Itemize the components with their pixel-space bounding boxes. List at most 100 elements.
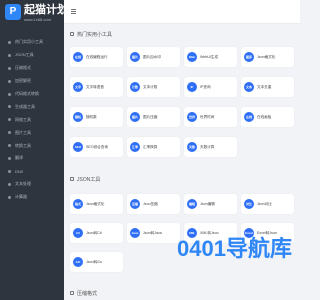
sidebar-nav: 热门实用小工具 JSON工具 压缩格式 加密解密 代码格式转换 生成器工具 网络… <box>0 36 64 204</box>
tool-icon: 格式 <box>73 199 83 209</box>
sidebar-item[interactable]: 计算器 <box>0 191 64 204</box>
tool-card[interactable]: 格式 Json格式化 <box>70 194 123 214</box>
sidebar-item[interactable]: 转换工具 <box>0 139 64 152</box>
dot-icon <box>8 131 11 135</box>
tool-card[interactable]: 文本 文本去重 <box>241 77 294 97</box>
sidebar-item[interactable]: 翻译 <box>0 152 64 165</box>
tool-card[interactable]: SEO SEO综合查询 <box>70 137 123 157</box>
section-title-label: JSON工具 <box>77 176 101 183</box>
sidebar-item-label: 文本处理 <box>15 181 31 187</box>
dot-icon <box>8 53 11 57</box>
tool-card[interactable]: 世界 世界时间 <box>184 107 237 127</box>
tool-card-label: 世界时间 <box>200 115 215 119</box>
tool-card-label: 文字转语音 <box>86 85 104 89</box>
section-title: 热门实用小工具 <box>70 30 112 38</box>
tool-card[interactable]: 文字 文字转语音 <box>70 77 123 97</box>
tool-card[interactable]: 图片 图片加水印 <box>127 47 180 67</box>
dot-icon <box>8 118 11 122</box>
dot-icon <box>8 182 11 186</box>
tool-icon: 汇率 <box>130 142 140 152</box>
tool-icon: Web <box>187 52 197 62</box>
tool-icon: 编辑 <box>187 199 197 209</box>
dot-icon <box>8 169 11 173</box>
tool-icon: 天数 <box>187 142 197 152</box>
sidebar-item[interactable]: JSON工具 <box>0 49 64 62</box>
tool-card[interactable]: 在线 在线画板 <box>241 107 294 127</box>
tool-icon: 图床 <box>244 52 254 62</box>
sidebar-item[interactable]: 生成器工具 <box>0 100 64 113</box>
section-title: JSON工具 <box>70 175 100 183</box>
tool-card[interactable]: 随机 随机数 <box>70 107 123 127</box>
sidebar-item-label: 计算器 <box>15 194 27 200</box>
tool-icon: 文本 <box>244 82 254 92</box>
tool-card[interactable]: 图片 图片压缩 <box>127 107 180 127</box>
tool-card-label: Json格式化 <box>257 55 276 59</box>
tool-card[interactable]: 汇率 汇率换算 <box>127 137 180 157</box>
section-title-label: 热门实用小工具 <box>77 31 113 38</box>
sidebar-item-label: 图片工具 <box>15 129 31 135</box>
tool-card[interactable]: C# Json转C# <box>70 223 123 243</box>
tool-card[interactable]: 在线 在线编程运行 <box>70 47 123 67</box>
tool-icon: 文字 <box>73 82 83 92</box>
sidebar-item-label: 热门实用小工具 <box>15 39 43 45</box>
section-icon <box>70 32 74 36</box>
sidebar-item-label: 转换工具 <box>15 142 31 148</box>
tool-card[interactable]: 图床 Json格式化 <box>241 47 294 67</box>
tool-card-label: 在线画板 <box>257 115 272 119</box>
tool-card[interactable]: 对比 Json对比 <box>241 194 294 214</box>
tool-card[interactable]: Java Json转Java <box>127 223 180 243</box>
dot-icon <box>8 156 11 160</box>
tool-card-label: Json格式化 <box>86 202 105 206</box>
tool-card-label: Json编辑 <box>200 202 215 206</box>
sidebar-item-label: 代码格式转换 <box>15 91 39 96</box>
tool-card-label: 文本计数 <box>143 85 158 89</box>
dot-icon <box>8 195 11 199</box>
sidebar: P 起猫计划 www.1x68.com 热门实用小工具 JSON工具 压缩格式 … <box>0 0 68 300</box>
tool-card[interactable]: 天数 天数计算 <box>184 137 237 157</box>
tool-card-label: Json压缩 <box>143 202 158 206</box>
dot-icon <box>8 92 11 96</box>
site-logo[interactable]: P 起猫计划 www.1x68.com <box>5 4 68 30</box>
sidebar-item[interactable]: 图片工具 <box>0 126 64 139</box>
sidebar-item[interactable]: 文本处理 <box>0 178 64 191</box>
sidebar-item[interactable]: 热门实用小工具 <box>0 36 64 49</box>
dot-icon <box>8 105 11 109</box>
tool-card-label: 图片加水印 <box>143 55 161 59</box>
sidebar-item-label: JSON工具 <box>15 52 34 58</box>
dot-icon <box>8 144 11 148</box>
dot-icon <box>8 66 11 70</box>
tool-card[interactable]: IP IP查询 <box>184 77 237 97</box>
watermark-logo: 0401导航库 <box>177 236 292 261</box>
sidebar-item-label: 加密解密 <box>15 78 31 84</box>
tool-card[interactable]: Web WebUI生成 <box>184 47 237 67</box>
sidebar-item[interactable]: 压缩格式 <box>0 62 64 75</box>
tool-card-label: Json转Go <box>86 260 102 264</box>
tool-icon: 世界 <box>187 112 197 122</box>
tool-icon: GO <box>73 257 83 267</box>
sidebar-item[interactable]: DNS <box>0 165 64 178</box>
tool-card-label: IP查询 <box>200 85 211 89</box>
tool-card-label: 天数计算 <box>200 145 215 149</box>
sidebar-item-label: 生成器工具 <box>15 103 35 109</box>
section-icon <box>70 291 74 295</box>
tool-icon: 随机 <box>73 112 83 122</box>
sidebar-item[interactable]: 网络工具 <box>0 113 64 126</box>
sidebar-item[interactable]: 代码格式转换 <box>0 88 64 101</box>
logo-title: 起猫计划 <box>24 4 68 16</box>
tool-card-label: Json转Java <box>143 231 162 235</box>
tool-icon: 图片 <box>130 112 140 122</box>
sidebar-item[interactable]: 加密解密 <box>0 75 64 88</box>
tool-card-label: 在线编程运行 <box>86 55 108 59</box>
hamburger-menu-icon[interactable] <box>71 9 76 14</box>
tool-card[interactable]: 计数 文本计数 <box>127 77 180 97</box>
tool-icon: Java <box>130 228 140 238</box>
sidebar-item-label: 网络工具 <box>15 116 31 122</box>
tool-card-label: 文本去重 <box>257 85 272 89</box>
tool-icon: 图片 <box>130 52 140 62</box>
tool-card[interactable]: 编辑 Json编辑 <box>184 194 237 214</box>
tool-card-label: 汇率换算 <box>143 145 158 149</box>
tool-card[interactable]: 压缩 Json压缩 <box>127 194 180 214</box>
tool-card[interactable]: GO Json转Go <box>70 252 123 272</box>
tool-icon: 压缩 <box>130 199 140 209</box>
tool-card-label: 随机数 <box>86 115 97 119</box>
